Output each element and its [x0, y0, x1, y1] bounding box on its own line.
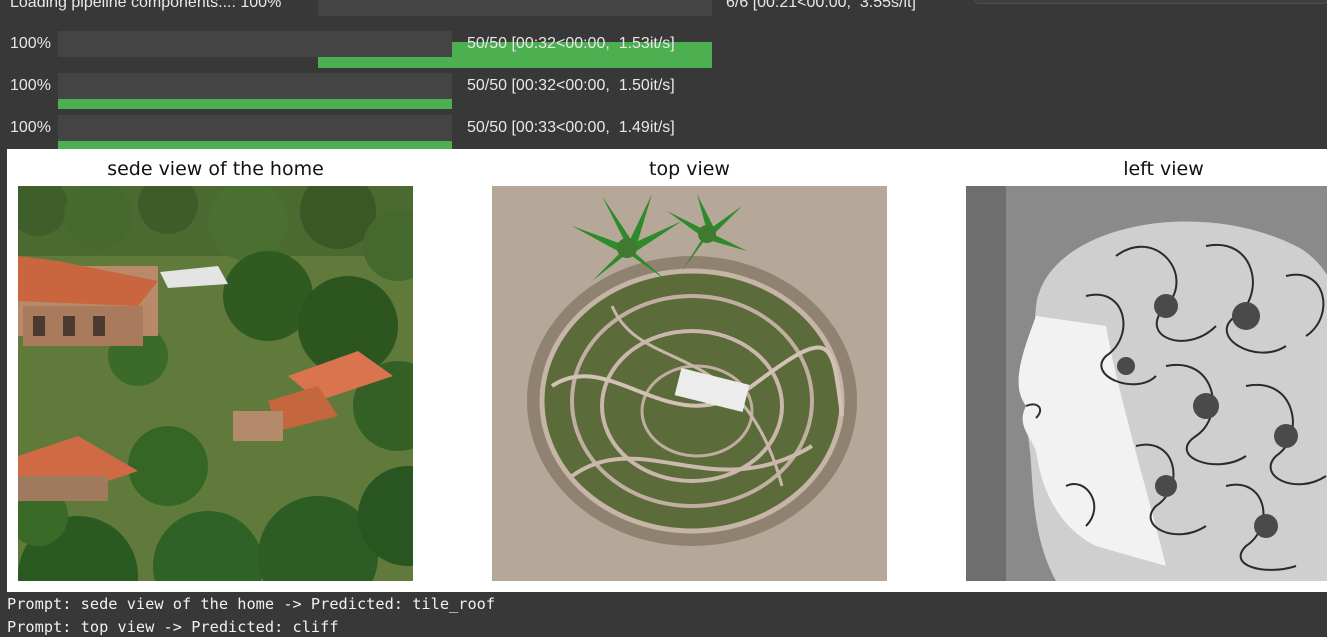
output-figure: sede view of the home top view left view	[7, 149, 1327, 592]
progress-bar	[58, 73, 452, 151]
progress-stats: 50/50 [00:32<00:00, 1.50it/s]	[467, 77, 675, 94]
progress-row-inference-3: 100% 50/50 [00:33<00:00, 1.49it/s]	[0, 115, 760, 193]
progress-bar	[58, 115, 452, 193]
panel-title-left-view: left view	[1123, 158, 1204, 180]
progress-bar	[318, 0, 712, 68]
progress-stats: 50/50 [00:32<00:00, 1.53it/s]	[467, 35, 675, 52]
log-line-prediction-2: Prompt: top view -> Predicted: cliff	[7, 618, 339, 636]
output-toolbar-edge	[973, 0, 1327, 4]
progress-stats: 6/6 [00:21<00:00, 3.55s/it]	[726, 0, 916, 11]
generated-image-root-circle	[492, 186, 887, 581]
panel-title-top-view: top view	[649, 158, 730, 180]
log-line-prediction-1: Prompt: sede view of the home -> Predict…	[7, 595, 496, 613]
generated-image-aerial-houses	[18, 186, 413, 581]
generated-image-portrait-engraving	[966, 186, 1327, 581]
progress-percent: 100%	[10, 77, 51, 94]
progress-stats: 50/50 [00:33<00:00, 1.49it/s]	[467, 119, 675, 136]
progress-row-inference-2: 100% 50/50 [00:32<00:00, 1.50it/s]	[0, 73, 760, 151]
progress-row-pipeline: Loading pipeline components...: 100% 6/6…	[0, 0, 1000, 68]
progress-label: Loading pipeline components...: 100%	[10, 0, 282, 11]
panel-title-side-view: sede view of the home	[107, 158, 324, 180]
progress-percent: 100%	[10, 35, 51, 52]
progress-row-inference-1: 100% 50/50 [00:32<00:00, 1.53it/s]	[0, 31, 760, 109]
progress-percent: 100%	[10, 119, 51, 136]
progress-bar	[58, 31, 452, 109]
